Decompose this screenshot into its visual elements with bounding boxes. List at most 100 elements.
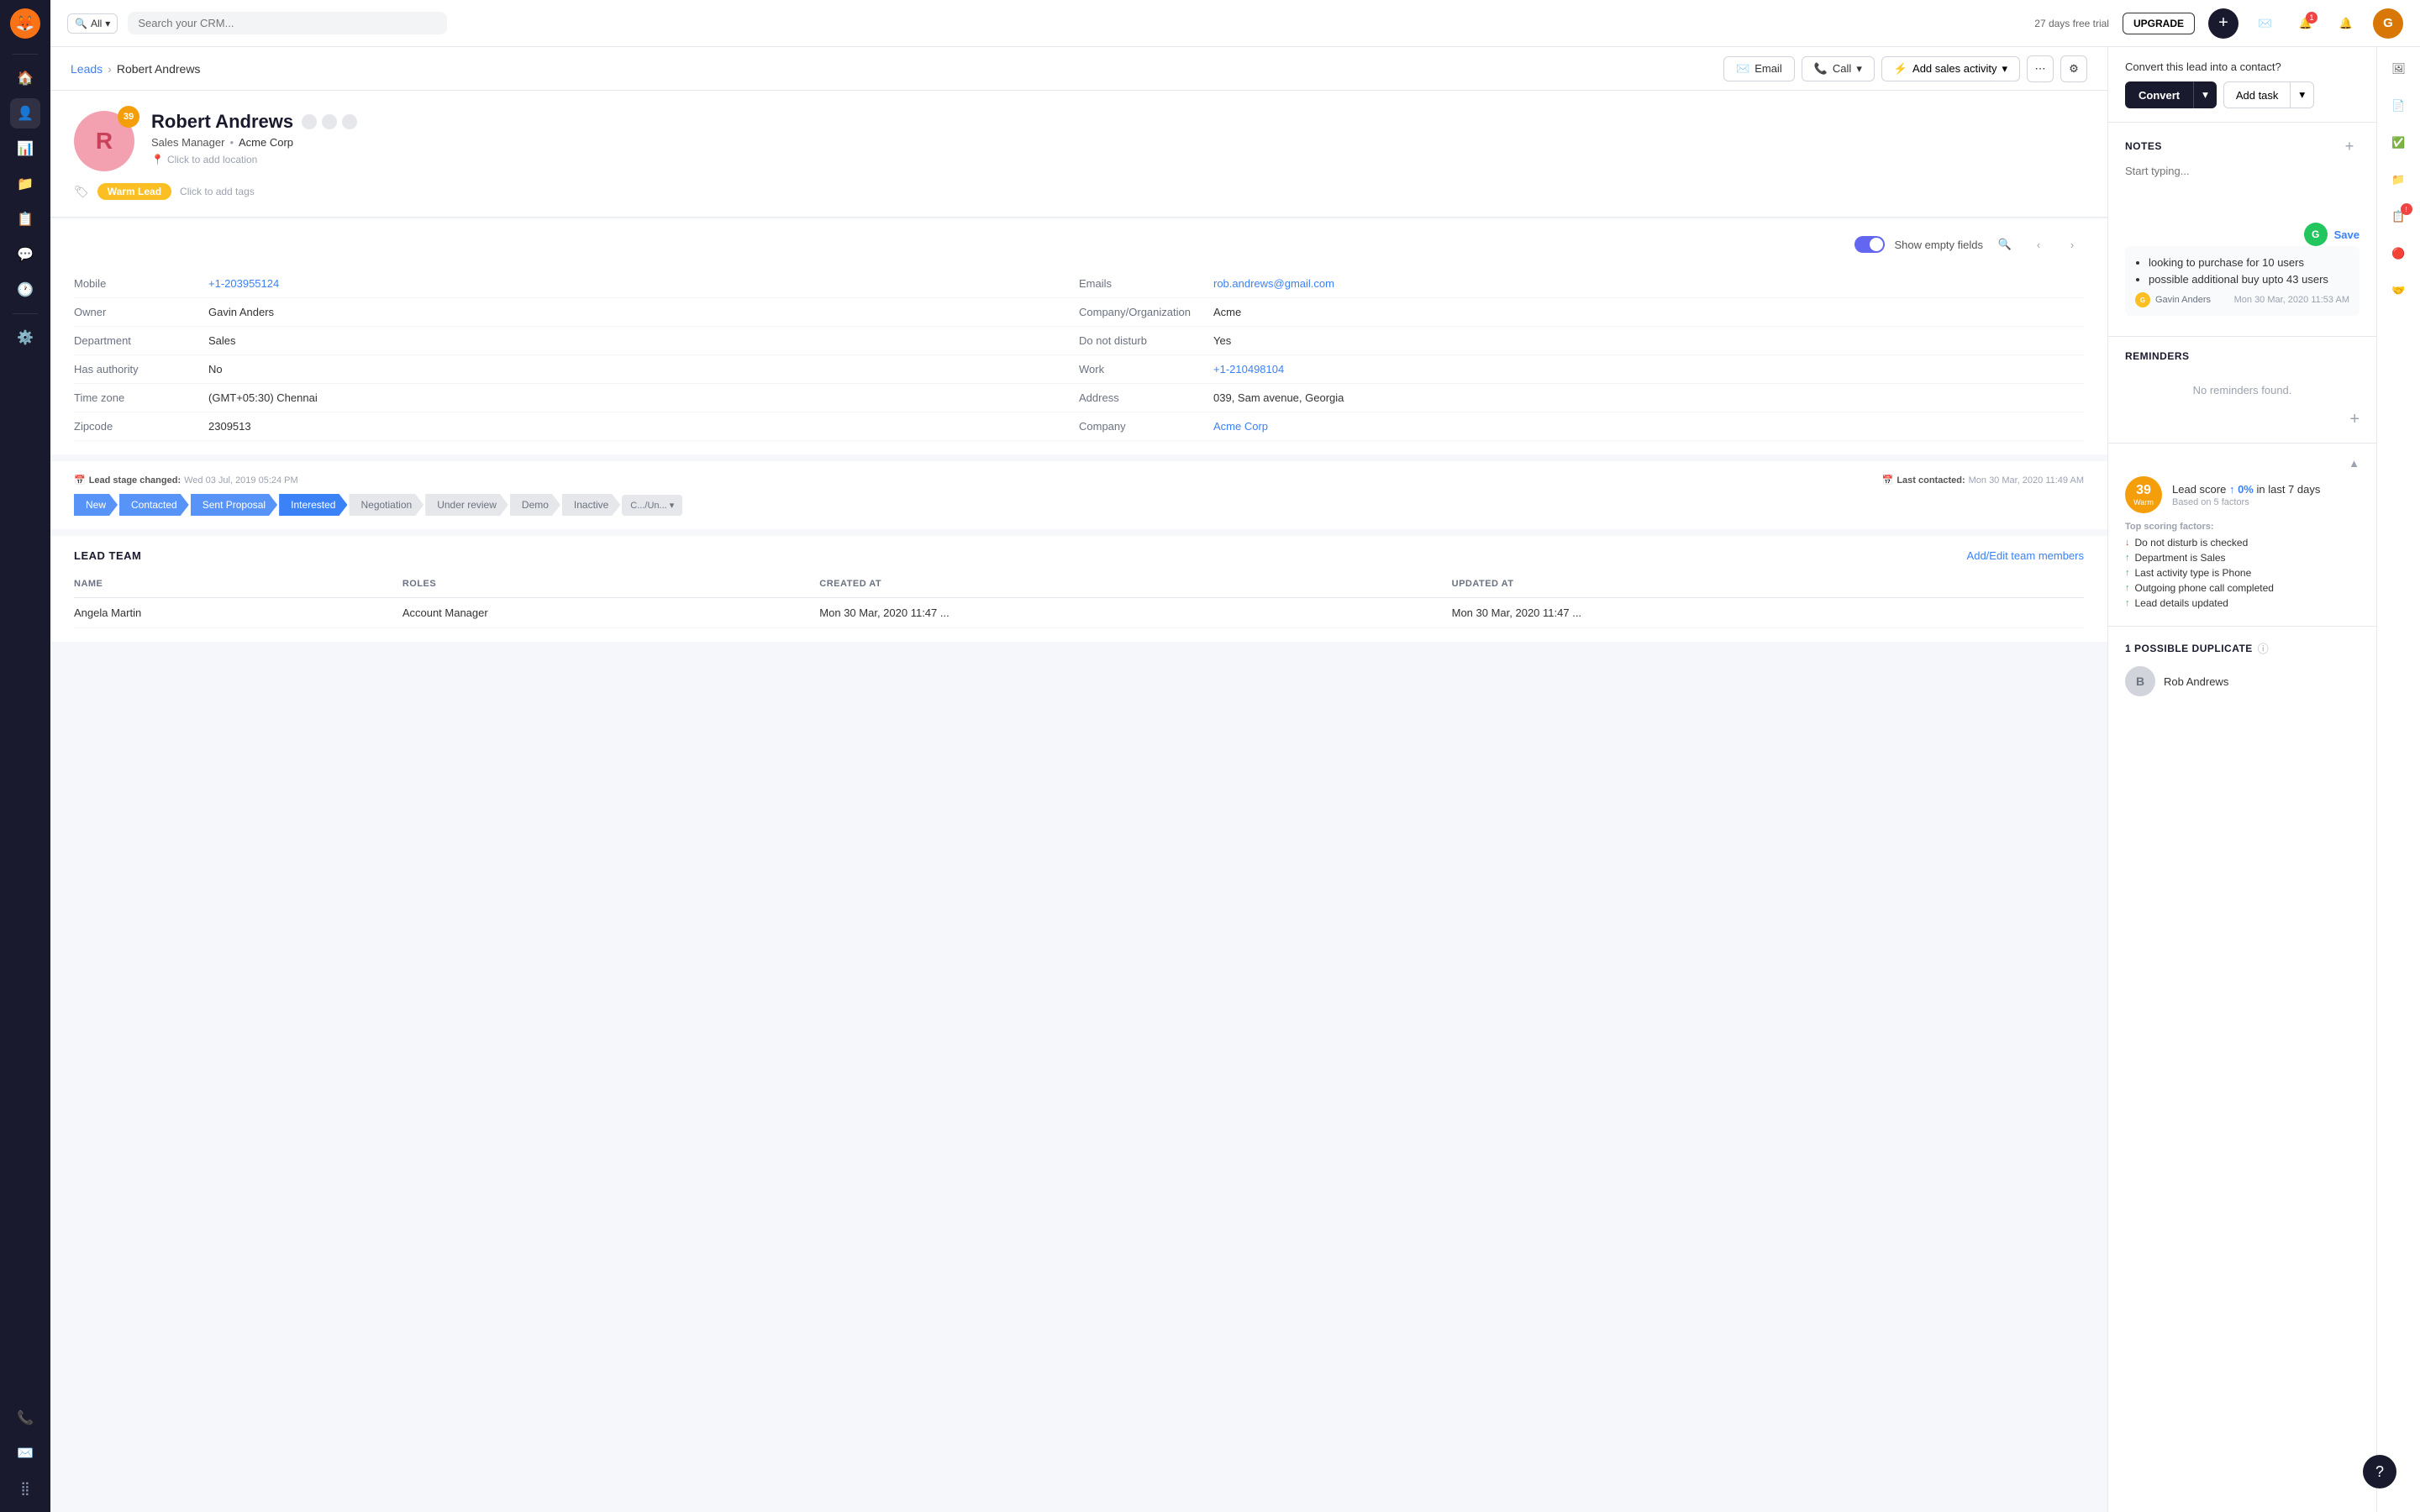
stage-item[interactable]: Under review [425, 494, 510, 516]
call-button[interactable]: 📞 Call ▾ [1802, 56, 1875, 81]
next-icon[interactable]: › [2060, 233, 2084, 256]
add-task-dropdown[interactable]: ▾ [2291, 81, 2314, 108]
nav-email-icon[interactable]: ✉️ [10, 1438, 40, 1468]
nav-phone-icon[interactable]: 📞 [10, 1403, 40, 1433]
note-author: Gavin Anders [2155, 295, 2211, 305]
fr-image-icon[interactable]: 🖼 [2384, 54, 2414, 84]
add-note-icon[interactable]: + [2339, 136, 2360, 156]
stage-pill[interactable]: Inactive [562, 494, 620, 516]
email-icon[interactable]: ✉️ [2252, 10, 2279, 37]
nav-dots-icon[interactable]: ⣿ [10, 1473, 40, 1504]
nav-home-icon[interactable]: 🏠 [10, 63, 40, 93]
breadcrumb-leads-link[interactable]: Leads [71, 62, 103, 76]
new-item-button[interactable]: + [2208, 8, 2238, 39]
stage-item[interactable]: Contacted [119, 494, 191, 516]
field-row: Address039, Sam avenue, Georgia [1079, 384, 2084, 412]
bell-icon[interactable]: 🔔 [2333, 10, 2360, 37]
stage-item[interactable]: C.../Un... ▾ [622, 495, 682, 516]
add-task-button[interactable]: Add task [2223, 81, 2291, 108]
stage-item[interactable]: Inactive [562, 494, 622, 516]
add-tag-button[interactable]: Click to add tags [180, 186, 255, 197]
stage-item[interactable]: Demo [510, 494, 562, 516]
prev-icon[interactable]: ‹ [2027, 233, 2050, 256]
nav-logo[interactable]: 🦊 [10, 8, 40, 39]
breadcrumb-current: Robert Andrews [117, 62, 201, 76]
stage-pill[interactable]: Negotiation [349, 494, 424, 516]
search-box[interactable] [128, 12, 447, 34]
stage-item[interactable]: New [74, 494, 119, 516]
field-value[interactable]: Acme Corp [1213, 420, 1268, 433]
nav-contacts-icon[interactable]: 👤 [10, 98, 40, 129]
help-button[interactable]: ? [2363, 1455, 2396, 1488]
upgrade-button[interactable]: UPGRADE [2123, 13, 2195, 34]
fr-red-icon2[interactable]: 🔴 [2384, 239, 2414, 269]
company-link[interactable]: Acme Corp [239, 136, 293, 149]
fr-checklist-icon[interactable]: ✅ [2384, 128, 2414, 158]
stage-track: NewContactedSent ProposalInterestedNegot… [74, 494, 2084, 516]
stage-more[interactable]: C.../Un... ▾ [622, 495, 682, 516]
nav-divider [13, 54, 38, 55]
notes-save-row: G Save [2125, 223, 2360, 246]
profile-name: Robert Andrews [151, 111, 2084, 133]
fr-red-badge-icon[interactable]: 📋 ! [2384, 202, 2414, 232]
field-value[interactable]: rob.andrews@gmail.com [1213, 277, 1334, 290]
nav-settings-icon[interactable]: ⚙️ [10, 323, 40, 353]
nav-analytics-icon[interactable]: 📊 [10, 134, 40, 164]
field-row: Mobile+1-203955124 [74, 270, 1079, 298]
location-field[interactable]: 📍 Click to add location [151, 154, 2084, 165]
notifications-icon[interactable]: 🔔 1 [2292, 10, 2319, 37]
convert-dropdown[interactable]: ▾ [2193, 81, 2217, 108]
warm-lead-tag[interactable]: Warm Lead [97, 183, 171, 200]
convert-buttons: Convert ▾ Add task ▾ [2125, 81, 2360, 108]
nav-clock-icon[interactable]: 🕐 [10, 275, 40, 305]
nav-files-icon[interactable]: 📁 [10, 169, 40, 199]
show-empty-toggle[interactable] [1854, 236, 1885, 253]
breadcrumb: Leads › Robert Andrews [71, 62, 200, 76]
stage-pill[interactable]: Interested [279, 494, 347, 516]
social-icon-2[interactable] [322, 114, 337, 129]
notes-input[interactable] [2125, 165, 2360, 215]
stage-pill[interactable]: Sent Proposal [191, 494, 277, 516]
field-label: Department [74, 334, 208, 347]
search-filter-dropdown[interactable]: 🔍 All ▾ [67, 13, 118, 34]
fr-folder-icon[interactable]: 📁 [2384, 165, 2414, 195]
action-bar: Leads › Robert Andrews ✉️ Email 📞 Call ▾ [50, 47, 2107, 91]
stage-pill[interactable]: Contacted [119, 494, 189, 516]
user-avatar[interactable]: G [2373, 8, 2403, 39]
field-value[interactable]: +1-203955124 [208, 277, 279, 290]
search-fields-icon[interactable]: 🔍 [1993, 233, 2017, 256]
stage-pill[interactable]: Demo [510, 494, 560, 516]
factor-arrow: ↑ [2125, 583, 2130, 593]
nav-reports-icon[interactable]: 📋 [10, 204, 40, 234]
notes-save-button[interactable]: Save [2334, 228, 2360, 241]
social-icon-1[interactable] [302, 114, 317, 129]
stage-pill[interactable]: New [74, 494, 118, 516]
profile-top: R 39 Robert Andrews [74, 111, 2084, 171]
field-label: Time zone [74, 391, 208, 404]
fr-handshake-icon[interactable]: 🤝 [2384, 276, 2414, 306]
stage-pill[interactable]: Under review [425, 494, 508, 516]
stage-item[interactable]: Sent Proposal [191, 494, 279, 516]
duplicate-title: 1 POSSIBLE DUPLICATE [2125, 643, 2253, 654]
more-options-button[interactable]: ⋯ [2027, 55, 2054, 82]
add-activity-button[interactable]: ⚡ Add sales activity ▾ [1881, 56, 2020, 81]
team-header: LEAD TEAM Add/Edit team members [74, 549, 2084, 562]
social-icon-3[interactable] [342, 114, 357, 129]
lead-score-badge: 39 [118, 106, 139, 128]
email-button[interactable]: ✉️ Email [1723, 56, 1795, 81]
note-item: looking to purchase for 10 userspossible… [2125, 246, 2360, 316]
stage-item[interactable]: Negotiation [349, 494, 425, 516]
stage-item[interactable]: Interested [279, 494, 349, 516]
collapse-score-icon[interactable]: ▲ [2349, 457, 2360, 470]
settings-button[interactable]: ⚙ [2060, 55, 2087, 82]
fr-doc-icon[interactable]: 📄 [2384, 91, 2414, 121]
add-edit-team-link[interactable]: Add/Edit team members [1967, 549, 2084, 562]
call-dropdown-icon: ▾ [1856, 62, 1862, 76]
duplicate-info-icon[interactable]: ⓘ [2258, 640, 2269, 656]
convert-button[interactable]: Convert [2125, 81, 2193, 108]
field-value[interactable]: +1-210498104 [1213, 363, 1284, 375]
nav-chat-icon[interactable]: 💬 [10, 239, 40, 270]
search-input[interactable] [138, 17, 437, 29]
add-reminder-button[interactable]: + [2125, 410, 2360, 429]
field-label: Company/Organization [1079, 306, 1213, 318]
